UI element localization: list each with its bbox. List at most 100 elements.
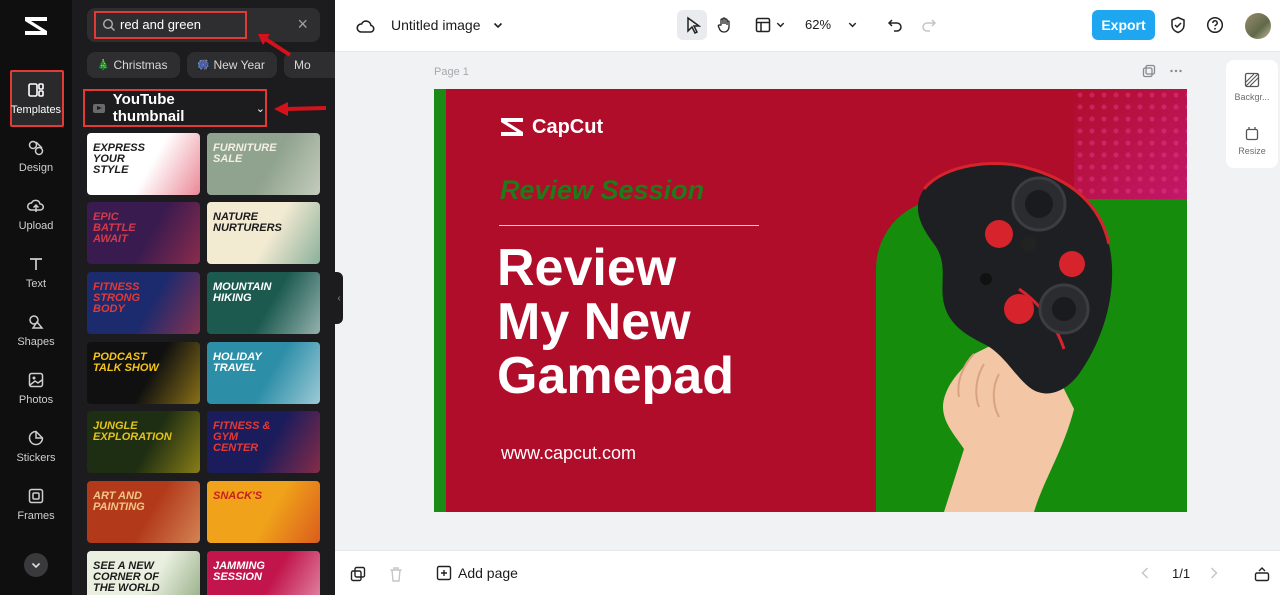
rail-item-text[interactable]: Text	[0, 244, 72, 300]
category-dropdown[interactable]: YouTube thumbnail ⌄	[83, 89, 267, 127]
template-title: SEE A NEW CORNER OF THE WORLD	[93, 560, 160, 594]
rail-item-photos[interactable]: Photos	[0, 360, 72, 416]
more-options-icon[interactable]	[1169, 64, 1183, 78]
search-query[interactable]: red and green	[120, 17, 201, 32]
add-page-button[interactable]: Add page	[436, 565, 518, 581]
chevron-down-icon[interactable]	[490, 17, 506, 33]
capcut-logo-icon	[501, 118, 523, 136]
template-title: Nature Nurturers	[213, 211, 282, 234]
export-button[interactable]: Export	[1092, 10, 1155, 40]
rail-item-templates[interactable]: Templates	[0, 70, 72, 127]
rail-item-stickers[interactable]: Stickers	[0, 418, 72, 474]
headline-text[interactable]: Review My New Gamepad	[497, 241, 734, 403]
url-text[interactable]: www.capcut.com	[501, 443, 636, 464]
stickers-icon	[28, 430, 44, 445]
chip-label: New Year	[213, 58, 265, 72]
photos-icon	[28, 372, 44, 387]
page-tools	[1142, 64, 1183, 81]
chevron-down-icon[interactable]	[773, 17, 787, 31]
cloud-save-icon[interactable]	[355, 15, 377, 37]
rail-item-shapes[interactable]: Shapes	[0, 302, 72, 358]
frames-icon	[28, 488, 44, 503]
template-title: HOLIDAY TRAVEL	[213, 351, 262, 374]
upload-cloud-icon	[27, 199, 44, 212]
document-title[interactable]: Untitled image	[391, 17, 481, 33]
template-title: SNACK'S	[213, 490, 263, 502]
trash-icon[interactable]	[387, 565, 405, 583]
rail-item-frames[interactable]: Frames	[0, 476, 72, 532]
shield-icon[interactable]	[1168, 15, 1188, 35]
template-thumbnail[interactable]: JUNGLE EXPLORATION	[87, 411, 200, 473]
template-title: EXPRESS YOUR STYLE	[93, 142, 145, 176]
youtube-icon	[93, 103, 105, 113]
subtitle-text[interactable]: Review Session	[500, 175, 704, 206]
template-thumbnail[interactable]: SNACK'S	[207, 481, 320, 543]
template-thumbnail[interactable]: FITNESS STRONG BODY	[87, 272, 200, 334]
category-label: YouTube thumbnail	[112, 91, 185, 125]
duplicate-page-icon[interactable]	[349, 565, 367, 583]
help-icon[interactable]	[1205, 15, 1225, 35]
rail-label: Design	[18, 161, 54, 174]
duplicate-page-icon[interactable]	[1142, 64, 1156, 78]
background-button[interactable]: Backgr...	[1226, 72, 1278, 102]
add-page-icon	[436, 565, 452, 581]
template-thumbnail[interactable]: JAMMING SESSION	[207, 551, 320, 595]
divider	[499, 225, 759, 226]
rail-item-design[interactable]: Design	[0, 128, 72, 184]
template-thumbnail[interactable]: HOLIDAY TRAVEL	[207, 342, 320, 404]
collapse-panel-handle[interactable]: ‹	[335, 272, 343, 324]
template-thumbnail[interactable]: Nature Nurturers	[207, 202, 320, 264]
rail-label: Frames	[17, 509, 55, 522]
rail-label: Templates	[10, 103, 62, 116]
headline-line: Review	[497, 239, 677, 297]
design-icon	[28, 140, 44, 155]
template-title: JAMMING SESSION	[213, 560, 265, 583]
layout-icon[interactable]	[753, 15, 773, 35]
prev-page-icon[interactable]	[1137, 565, 1153, 581]
expand-pages-icon[interactable]	[1253, 565, 1271, 583]
capcut-logo-icon[interactable]	[22, 14, 50, 38]
headline-line: My New	[497, 293, 691, 351]
template-title: EPIC BATTLE AWAIT	[93, 211, 136, 245]
template-title: Podcast Talk Show	[93, 351, 159, 374]
undo-icon[interactable]	[885, 15, 905, 35]
template-title: MOUNTAIN HIKING	[213, 281, 272, 304]
tree-icon: 🎄	[97, 59, 110, 71]
template-thumbnail[interactable]: Podcast Talk Show	[87, 342, 200, 404]
annotation-arrow-icon	[274, 102, 327, 116]
template-thumbnail[interactable]: FITNESS & GYM CENTER	[207, 411, 320, 473]
templates-icon	[28, 82, 44, 97]
rail-item-upload[interactable]: Upload	[0, 186, 72, 242]
brand-logo[interactable]: CapCut	[498, 115, 603, 139]
chip-christmas[interactable]: 🎄 Christmas	[87, 52, 180, 78]
template-thumbnail[interactable]: MOUNTAIN HIKING	[207, 272, 320, 334]
rail-label: Upload	[18, 219, 54, 232]
rail-label: Text	[25, 277, 47, 290]
design-canvas[interactable]: CapCut Review Session Review My New Game…	[434, 89, 1187, 512]
zoom-level[interactable]: 62%	[805, 17, 831, 32]
rail-label: Photos	[18, 393, 54, 406]
template-thumbnail[interactable]: EPIC BATTLE AWAIT	[87, 202, 200, 264]
template-thumbnail[interactable]: FURNITURE SALE	[207, 133, 320, 195]
clear-search-icon[interactable]: ×	[297, 15, 308, 33]
template-thumbnail[interactable]: EXPRESS YOUR STYLE	[87, 133, 200, 195]
next-page-icon[interactable]	[1206, 565, 1222, 581]
bottom-toolbar: Add page 1/1	[335, 550, 1280, 595]
right-side-panel: Backgr... Resize	[1226, 60, 1278, 168]
template-thumbnail[interactable]: ART AND PAINTING	[87, 481, 200, 543]
redo-icon[interactable]	[919, 15, 939, 35]
gamepad-in-hand-image[interactable]	[904, 149, 1124, 512]
brand-name: CapCut	[532, 115, 604, 138]
avatar[interactable]	[1245, 13, 1271, 39]
cursor-icon	[683, 15, 703, 35]
template-title: FITNESS & GYM CENTER	[213, 420, 271, 454]
side-item-label: Resize	[1238, 146, 1266, 156]
chevron-down-icon[interactable]	[845, 17, 859, 31]
text-icon	[30, 257, 42, 270]
hand-tool-icon[interactable]	[715, 15, 735, 35]
resize-button[interactable]: Resize	[1226, 126, 1278, 156]
page-counter: 1/1	[1172, 566, 1191, 581]
rail-more-button[interactable]	[24, 553, 48, 577]
page-label: Page 1	[434, 66, 469, 78]
template-thumbnail[interactable]: SEE A NEW CORNER OF THE WORLD	[87, 551, 200, 595]
